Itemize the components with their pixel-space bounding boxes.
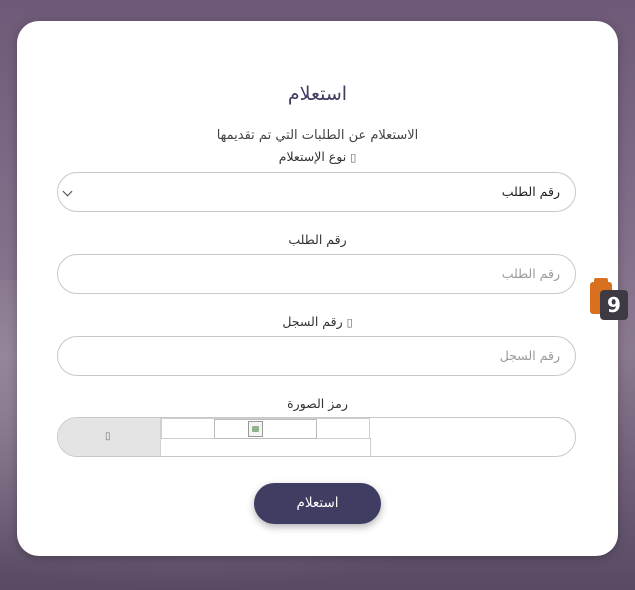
captcha-row: ▯ [57,417,576,457]
broken-image-icon [248,421,263,437]
info-icon: ▯ [350,151,357,164]
captcha-refresh-button[interactable]: ▯ [58,418,161,456]
refresh-icon: ▯ [105,431,111,442]
request-number-label: رقم الطلب [288,232,347,247]
inquiry-type-label-text: نوع الإستعلام [278,149,347,164]
captcha-image [161,418,370,439]
inquiry-type-select[interactable]: رقم الطلب [57,172,576,212]
request-number-placeholder: رقم الطلب [501,266,560,281]
page-title: استعلام [287,83,348,105]
record-number-label: رقم السجل ▯ [17,314,618,329]
inquiry-type-label: نوع الإستعلام ▯ [17,149,618,164]
captcha-image-frame [214,419,317,439]
record-number-input[interactable]: رقم السجل [57,336,576,376]
chevron-down-icon [62,186,73,197]
record-number-placeholder: رقم السجل [499,348,560,363]
widget-number: 9 [600,290,628,320]
floating-widget[interactable]: 9 [590,278,628,320]
page-subtitle: الاستعلام عن الطلبات التي تم تقديمها [216,128,419,143]
submit-button[interactable]: استعلام [254,483,381,524]
captcha-input[interactable] [370,438,371,456]
record-number-label-text: رقم السجل [282,314,343,329]
inquiry-card: استعلام الاستعلام عن الطلبات التي تم تقد… [17,21,618,556]
captcha-label: رمز الصورة [287,396,348,411]
request-number-input[interactable]: رقم الطلب [57,254,576,294]
inquiry-type-selected: رقم الطلب [501,184,560,199]
info-icon: ▯ [346,316,353,329]
